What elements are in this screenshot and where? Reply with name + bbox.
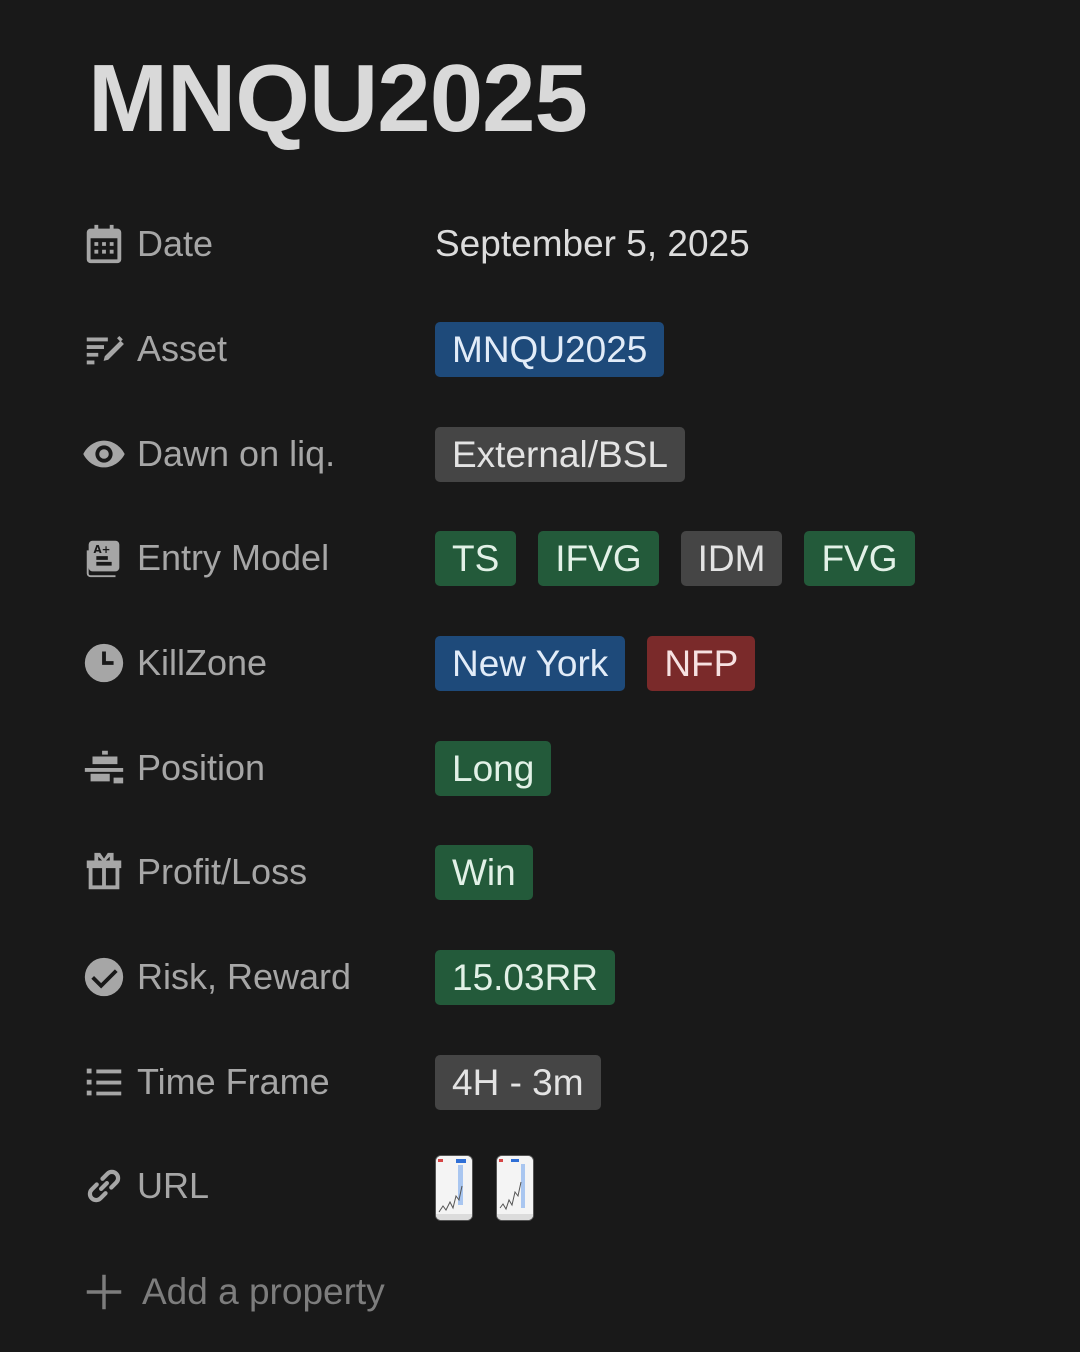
property-row-url: URL xyxy=(80,1155,1020,1221)
property-label-date[interactable]: Date xyxy=(80,220,435,268)
property-label-text: Entry Model xyxy=(137,537,330,578)
chart-thumbnail[interactable] xyxy=(496,1155,534,1221)
property-row-risk-reward: Risk, Reward 15.03RR xyxy=(80,947,1020,1007)
property-value-asset[interactable]: MNQU2025 xyxy=(435,321,686,377)
property-row-killzone: KillZone New York NFP xyxy=(80,633,1020,693)
gift-icon xyxy=(80,848,128,896)
property-value-time-frame[interactable]: 4H - 3m xyxy=(435,1054,623,1110)
property-label-text: Risk, Reward xyxy=(137,956,352,997)
property-label-entry-model[interactable]: A+ Entry Model xyxy=(80,534,435,582)
entry-model-tag[interactable]: IFVG xyxy=(538,530,659,586)
property-label-text: Dawn on liq. xyxy=(137,433,336,474)
property-row-liquidity: Dawn on liq. External/BSL xyxy=(80,424,1020,484)
property-label-killzone[interactable]: KillZone xyxy=(80,639,435,687)
property-value-url[interactable] xyxy=(435,1155,557,1221)
property-label-url[interactable]: URL xyxy=(80,1162,435,1210)
add-property-button[interactable]: Add a property xyxy=(80,1262,385,1322)
add-property-label: Add a property xyxy=(142,1271,385,1312)
svg-text:A+: A+ xyxy=(93,544,110,556)
plus-icon xyxy=(80,1268,128,1316)
entry-model-tag[interactable]: FVG xyxy=(804,530,915,586)
property-label-asset[interactable]: Asset xyxy=(80,325,435,373)
edit-list-icon xyxy=(80,325,128,373)
killzone-tag[interactable]: New York xyxy=(435,635,626,691)
risk-reward-tag[interactable]: 15.03RR xyxy=(435,949,616,1005)
link-icon xyxy=(80,1162,128,1210)
property-row-entry-model: A+ Entry Model TS IFVG IDM FVG xyxy=(80,528,1020,588)
property-row-position: Position Long xyxy=(80,738,1020,798)
position-tag[interactable]: Long xyxy=(435,740,552,796)
property-value-date[interactable]: September 5, 2025 xyxy=(435,223,750,265)
property-label-text: URL xyxy=(137,1165,210,1206)
page-title[interactable]: MNQU2025 xyxy=(88,44,588,154)
grade-document-icon: A+ xyxy=(80,534,128,582)
property-label-text: KillZone xyxy=(137,642,268,683)
date-value: September 5, 2025 xyxy=(435,223,750,264)
property-label-risk-reward[interactable]: Risk, Reward xyxy=(80,953,435,1001)
property-value-liquidity[interactable]: External/BSL xyxy=(435,426,707,482)
property-label-text: Profit/Loss xyxy=(137,851,308,892)
time-frame-tag[interactable]: 4H - 3m xyxy=(435,1054,601,1110)
list-icon xyxy=(80,1058,128,1106)
property-value-risk-reward[interactable]: 15.03RR xyxy=(435,949,637,1005)
property-value-entry-model[interactable]: TS IFVG IDM FVG xyxy=(435,530,937,586)
property-row-date: Date September 5, 2025 xyxy=(80,214,1020,274)
property-label-text: Position xyxy=(137,747,266,788)
asset-tag[interactable]: MNQU2025 xyxy=(435,321,665,377)
eye-icon xyxy=(80,430,128,478)
check-circle-icon xyxy=(80,953,128,1001)
killzone-tag[interactable]: NFP xyxy=(647,635,756,691)
property-label-time-frame[interactable]: Time Frame xyxy=(80,1058,435,1106)
property-row-asset: Asset MNQU2025 xyxy=(80,319,1020,379)
property-value-killzone[interactable]: New York NFP xyxy=(435,635,777,691)
property-label-liquidity[interactable]: Dawn on liq. xyxy=(80,430,435,478)
property-label-profit-loss[interactable]: Profit/Loss xyxy=(80,848,435,896)
property-label-text: Asset xyxy=(137,328,228,369)
entry-model-tag[interactable]: IDM xyxy=(680,530,783,586)
property-value-position[interactable]: Long xyxy=(435,740,573,796)
property-label-text: Time Frame xyxy=(137,1061,330,1102)
property-label-position[interactable]: Position xyxy=(80,744,435,792)
chart-thumbnail[interactable] xyxy=(435,1155,473,1221)
clock-icon xyxy=(80,639,128,687)
property-label-text: Date xyxy=(137,223,214,264)
align-bars-icon xyxy=(80,744,128,792)
entry-model-tag[interactable]: TS xyxy=(435,530,517,586)
calendar-icon xyxy=(80,220,128,268)
property-value-profit-loss[interactable]: Win xyxy=(435,844,555,900)
property-row-profit-loss: Profit/Loss Win xyxy=(80,842,1020,902)
liquidity-tag[interactable]: External/BSL xyxy=(435,426,685,482)
property-row-time-frame: Time Frame 4H - 3m xyxy=(80,1052,1020,1112)
profit-loss-tag[interactable]: Win xyxy=(435,844,533,900)
